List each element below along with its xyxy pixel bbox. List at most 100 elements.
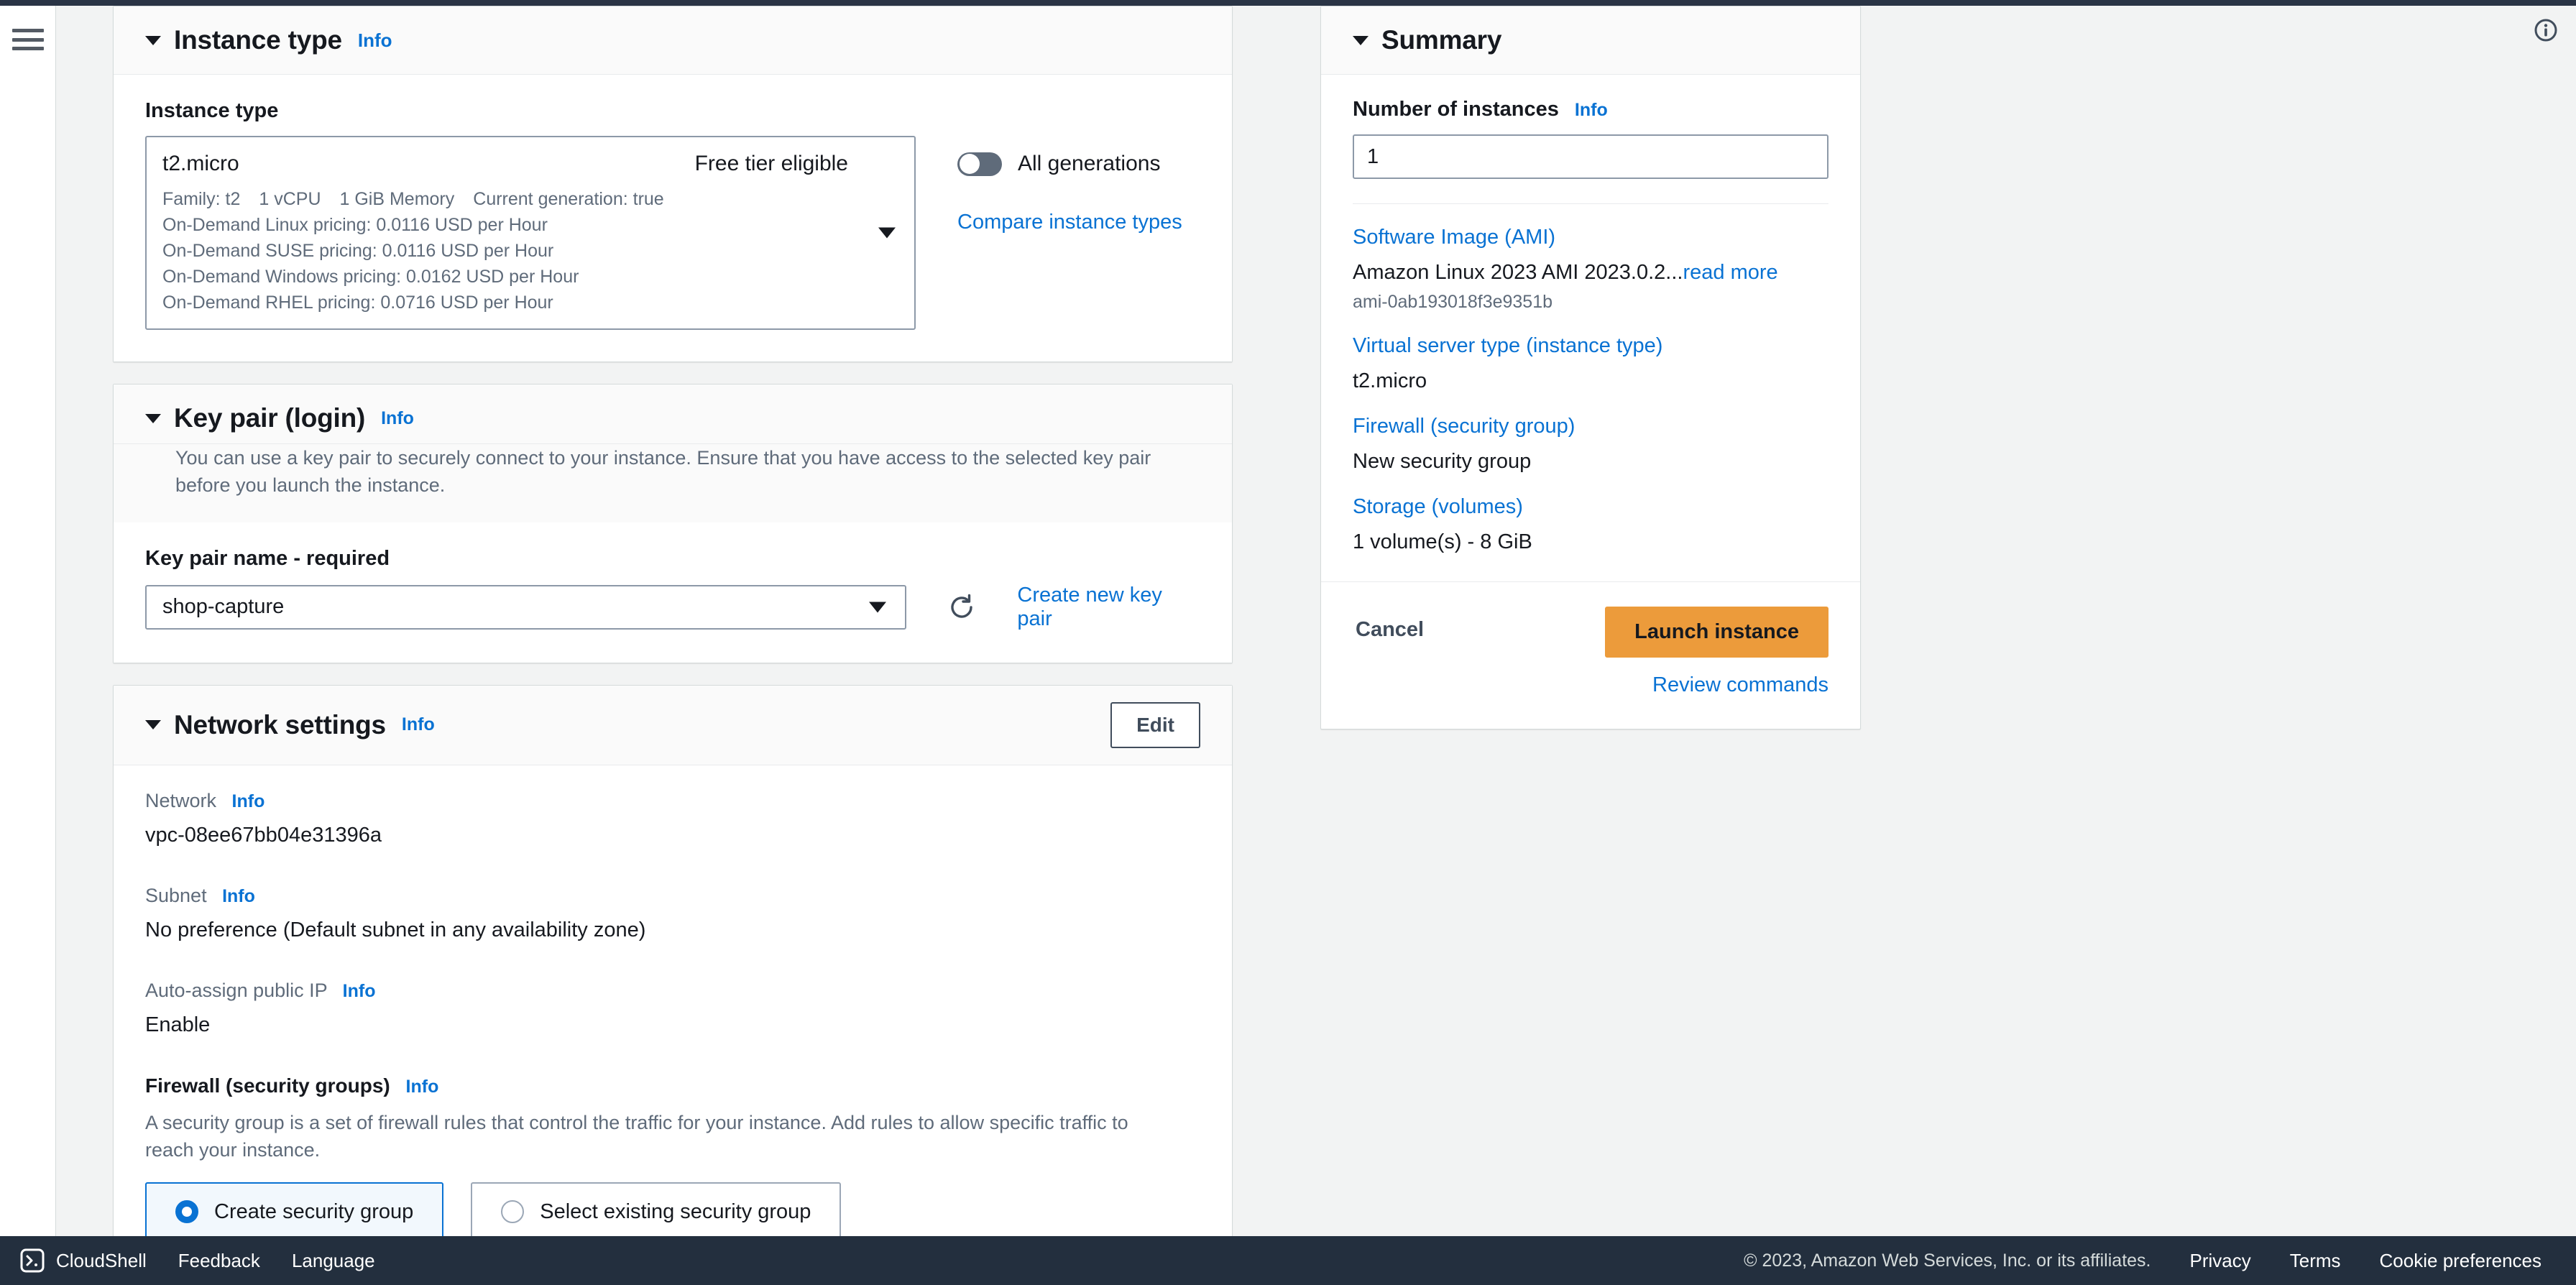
refresh-icon[interactable] bbox=[947, 592, 977, 622]
key-pair-selected-value: shop-capture bbox=[162, 595, 285, 619]
radio-icon-unselected bbox=[501, 1200, 525, 1224]
left-column: Instance type Info Instance type t2.micr… bbox=[113, 6, 1233, 1285]
firewall-radio-group: Create security group Select existing se… bbox=[145, 1182, 1200, 1242]
network-settings-header: Network settings Info Edit bbox=[114, 685, 1232, 765]
key-pair-select[interactable]: shop-capture bbox=[145, 584, 907, 630]
key-pair-info-link[interactable]: Info bbox=[381, 408, 414, 429]
instance-type-options: All generations Compare instance types bbox=[957, 136, 1182, 234]
public-ip-info-link[interactable]: Info bbox=[343, 981, 376, 1001]
collapse-caret-icon[interactable] bbox=[1353, 35, 1368, 45]
radio-create-security-group[interactable]: Create security group bbox=[145, 1182, 444, 1242]
summary-body: Number of instances Info Software Image … bbox=[1321, 75, 1860, 557]
number-of-instances-info-link[interactable]: Info bbox=[1575, 100, 1608, 120]
public-ip-label-row: Auto-assign public IP Info bbox=[145, 980, 1200, 1002]
summary-header: Summary bbox=[1321, 6, 1860, 75]
instance-type-title: Instance type bbox=[174, 25, 342, 55]
summary-firewall-group: Firewall (security group) New security g… bbox=[1353, 393, 1828, 474]
subnet-label: Subnet bbox=[145, 884, 207, 906]
collapse-caret-icon[interactable] bbox=[145, 720, 161, 730]
network-settings-body: Network Info vpc-08ee67bb04e31396a Subne… bbox=[114, 765, 1232, 1274]
software-image-link[interactable]: Software Image (AMI) bbox=[1353, 226, 1828, 249]
virtual-server-type-link[interactable]: Virtual server type (instance type) bbox=[1353, 334, 1828, 358]
storage-volumes-value: 1 volume(s) - 8 GiB bbox=[1353, 530, 1532, 553]
key-pair-body: Key pair name - required shop-capture Cr… bbox=[114, 522, 1232, 663]
instance-type-header: Instance type Info bbox=[114, 6, 1232, 75]
firewall-label-row: Firewall (security groups) Info bbox=[145, 1074, 1200, 1097]
software-image-value: Amazon Linux 2023 AMI 2023.0.2...read mo… bbox=[1353, 261, 1828, 285]
instance-type-meta: Family: t2 1 vCPU 1 GiB Memory Current gene… bbox=[162, 186, 857, 316]
public-ip-label: Auto-assign public IP bbox=[145, 979, 328, 1001]
instance-type-select[interactable]: t2.micro Free tier eligible Family: t2 1 … bbox=[145, 136, 916, 330]
instance-type-info-link[interactable]: Info bbox=[358, 29, 392, 52]
language-link[interactable]: Language bbox=[292, 1250, 375, 1272]
launch-instance-button[interactable]: Launch instance bbox=[1605, 607, 1828, 658]
instance-family: Family: t2 bbox=[162, 189, 241, 209]
ami-read-more-link[interactable]: read more bbox=[1683, 261, 1777, 284]
top-strip bbox=[0, 0, 2576, 6]
network-settings-info-link[interactable]: Info bbox=[402, 714, 435, 735]
firewall-description: A security group is a set of firewall ru… bbox=[145, 1111, 1128, 1161]
network-info-link[interactable]: Info bbox=[232, 791, 265, 811]
radio-icon-selected bbox=[175, 1200, 198, 1224]
firewall-label: Firewall (security groups) bbox=[145, 1074, 390, 1097]
summary-panel: Summary Number of instances Info Softwar… bbox=[1320, 6, 1861, 729]
compare-instance-types-link[interactable]: Compare instance types bbox=[957, 211, 1182, 234]
network-settings-title: Network settings bbox=[174, 709, 386, 740]
subnet-label-row: Subnet Info bbox=[145, 885, 1200, 907]
terminal-icon bbox=[20, 1248, 45, 1273]
subnet-value: No preference (Default subnet in any ava… bbox=[145, 918, 646, 941]
pricing-suse: On-Demand SUSE pricing: 0.0116 USD per H… bbox=[162, 241, 554, 261]
virtual-server-type-value: t2.micro bbox=[1353, 369, 1427, 392]
network-label-row: Network Info bbox=[145, 790, 1200, 812]
terms-link[interactable]: Terms bbox=[2290, 1250, 2341, 1272]
copyright-text: © 2023, Amazon Web Services, Inc. or its… bbox=[1744, 1250, 2151, 1271]
feedback-link[interactable]: Feedback bbox=[178, 1250, 260, 1272]
instance-type-card: Instance type Info Instance type t2.micr… bbox=[113, 6, 1233, 362]
instance-type-field-label: Instance type bbox=[145, 99, 279, 122]
hamburger-icon[interactable] bbox=[12, 26, 44, 53]
cloudshell-button[interactable]: CloudShell bbox=[20, 1248, 147, 1273]
network-label: Network bbox=[145, 789, 217, 811]
summary-firewall-value: New security group bbox=[1353, 450, 1532, 473]
edit-network-button[interactable]: Edit bbox=[1110, 701, 1200, 748]
aws-launch-instance-page: Instance type Info Instance type t2.micr… bbox=[0, 0, 2576, 1285]
radio-create-label: Create security group bbox=[214, 1199, 414, 1223]
privacy-link[interactable]: Privacy bbox=[2190, 1250, 2251, 1272]
number-of-instances-label: Number of instances bbox=[1353, 98, 1559, 121]
key-pair-card: Key pair (login) Info You can use a key … bbox=[113, 384, 1233, 663]
ami-id: ami-0ab193018f3e9351b bbox=[1353, 292, 1553, 312]
create-new-key-pair-link[interactable]: Create new key pair bbox=[1017, 584, 1200, 631]
review-commands-link[interactable]: Review commands bbox=[1652, 673, 1828, 697]
radio-select-existing-security-group[interactable]: Select existing security group bbox=[471, 1182, 842, 1242]
summary-actions: Cancel Launch instance Review commands bbox=[1321, 581, 1860, 729]
network-value: vpc-08ee67bb04e31396a bbox=[145, 823, 382, 847]
summary-firewall-link[interactable]: Firewall (security group) bbox=[1353, 415, 1828, 438]
main-content: Instance type Info Instance type t2.micr… bbox=[56, 6, 2576, 1274]
pricing-rhel: On-Demand RHEL pricing: 0.0716 USD per H… bbox=[162, 293, 553, 313]
summary-ami-group: Software Image (AMI) Amazon Linux 2023 A… bbox=[1353, 204, 1828, 313]
public-ip-value: Enable bbox=[145, 1013, 211, 1036]
collapse-caret-icon[interactable] bbox=[145, 35, 161, 45]
all-generations-toggle[interactable] bbox=[957, 152, 1002, 176]
instance-type-body: Instance type t2.micro Free tier eligibl… bbox=[114, 75, 1232, 361]
summary-title: Summary bbox=[1381, 25, 1502, 55]
radio-select-existing-label: Select existing security group bbox=[540, 1199, 811, 1223]
key-pair-description: You can use a key pair to securely conne… bbox=[175, 447, 1151, 497]
all-generations-toggle-row[interactable]: All generations bbox=[957, 152, 1182, 176]
left-nav-rail bbox=[0, 6, 56, 1236]
subnet-info-link[interactable]: Info bbox=[222, 886, 255, 906]
instance-memory: 1 GiB Memory bbox=[339, 189, 455, 209]
key-pair-field-label: Key pair name - required bbox=[145, 546, 390, 570]
storage-volumes-link[interactable]: Storage (volumes) bbox=[1353, 495, 1828, 519]
firewall-info-link[interactable]: Info bbox=[406, 1077, 439, 1097]
key-pair-description-wrap: You can use a key pair to securely conne… bbox=[114, 444, 1232, 522]
number-of-instances-input[interactable] bbox=[1353, 134, 1828, 179]
cookie-preferences-link[interactable]: Cookie preferences bbox=[2380, 1250, 2542, 1272]
cloudshell-label: CloudShell bbox=[56, 1249, 147, 1271]
all-generations-label: All generations bbox=[1018, 152, 1161, 175]
footer-left-group: CloudShell Feedback Language bbox=[20, 1248, 375, 1273]
chevron-down-icon bbox=[869, 602, 887, 613]
key-pair-title: Key pair (login) bbox=[174, 403, 366, 433]
collapse-caret-icon[interactable] bbox=[145, 413, 161, 423]
cancel-button[interactable]: Cancel bbox=[1353, 607, 1427, 653]
